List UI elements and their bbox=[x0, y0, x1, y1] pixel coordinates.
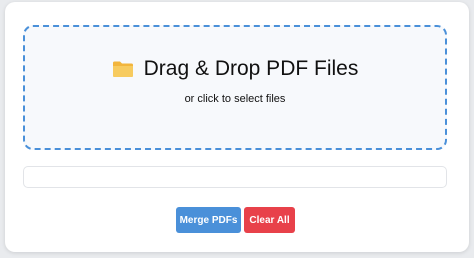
dropzone-subtitle: or click to select files bbox=[184, 93, 286, 105]
pdf-dropzone[interactable]: Drag & Drop PDF Files or click to select… bbox=[23, 25, 447, 150]
dropzone-heading: Drag & Drop PDF Files bbox=[25, 56, 445, 82]
merge-card: Drag & Drop PDF Files or click to select… bbox=[5, 2, 469, 252]
merge-pdfs-button[interactable]: Merge PDFs bbox=[176, 207, 241, 233]
folder-icon bbox=[112, 61, 133, 77]
dropzone-title: Drag & Drop PDF Files bbox=[143, 57, 359, 80]
clear-all-button[interactable]: Clear All bbox=[244, 207, 295, 233]
file-list bbox=[23, 166, 447, 188]
